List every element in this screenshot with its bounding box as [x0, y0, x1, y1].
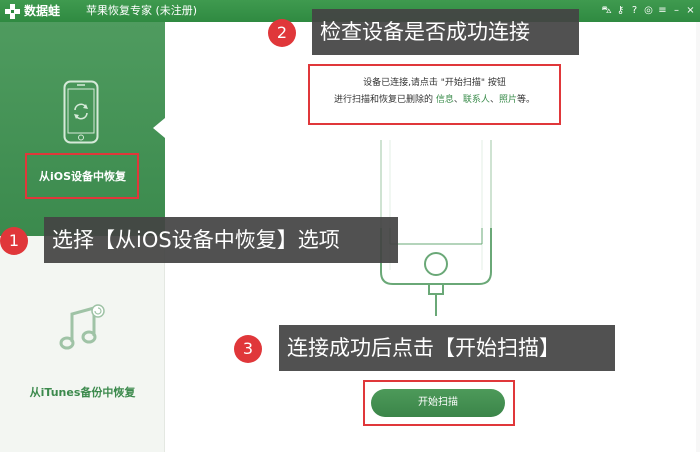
separator: 、 [453, 95, 463, 105]
music-note-icon [59, 304, 105, 350]
sidebar-highlight [25, 153, 139, 199]
status-line-2-suffix: 等。 [516, 95, 535, 105]
annotation-badge-1: 1 [0, 227, 28, 255]
start-scan-button[interactable]: 开始扫描 [371, 389, 505, 417]
close-icon[interactable]: × [685, 3, 696, 19]
app-logo-icon [5, 4, 20, 19]
key-icon[interactable]: ⚷ [615, 3, 626, 19]
annotation-callout-2: 检查设备是否成功连接 [312, 9, 579, 55]
annotation-badge-2: 2 [268, 19, 296, 47]
status-line-2-prefix: 进行扫描和恢复已删除的 [334, 95, 434, 105]
status-line-2: 进行扫描和恢复已删除的 信息、联系人、照片等。 [310, 92, 559, 109]
app-logo-text: 数据蛙 [24, 4, 61, 18]
photos-link[interactable]: 照片 [499, 95, 517, 105]
sidebar-item-label: 从iTunes备份中恢复 [29, 386, 136, 399]
cart-icon[interactable]: ⛍ [601, 3, 612, 19]
menu-icon[interactable]: ≡ [657, 3, 668, 19]
contacts-link[interactable]: 联系人 [463, 95, 490, 105]
info-link[interactable]: 信息 [436, 95, 454, 105]
annotation-callout-1: 选择【从iOS设备中恢复】选项 [44, 217, 398, 263]
annotation-badge-3: 3 [234, 335, 262, 363]
connection-status-message: 设备已连接,请点击 "开始扫描" 按钮 进行扫描和恢复已删除的 信息、联系人、照… [308, 64, 561, 125]
window-title: 苹果恢复专家 (未注册) [86, 4, 198, 17]
minimize-icon[interactable]: – [671, 3, 682, 19]
annotation-callout-3: 连接成功后点击【开始扫描】 [279, 325, 615, 371]
help-icon[interactable]: ? [629, 3, 640, 19]
active-pointer [153, 118, 165, 138]
chat-icon[interactable]: ◎ [643, 3, 654, 19]
separator: 、 [489, 95, 499, 105]
scrollbar[interactable] [696, 22, 700, 452]
status-line-1: 设备已连接,请点击 "开始扫描" 按钮 [363, 78, 506, 88]
sidebar-item-ios-recovery[interactable]: 从iOS设备中恢复 [0, 22, 165, 236]
window-controls: ⛍ ⚷ ? ◎ ≡ – × [601, 3, 696, 19]
phone-restore-icon [63, 80, 99, 144]
